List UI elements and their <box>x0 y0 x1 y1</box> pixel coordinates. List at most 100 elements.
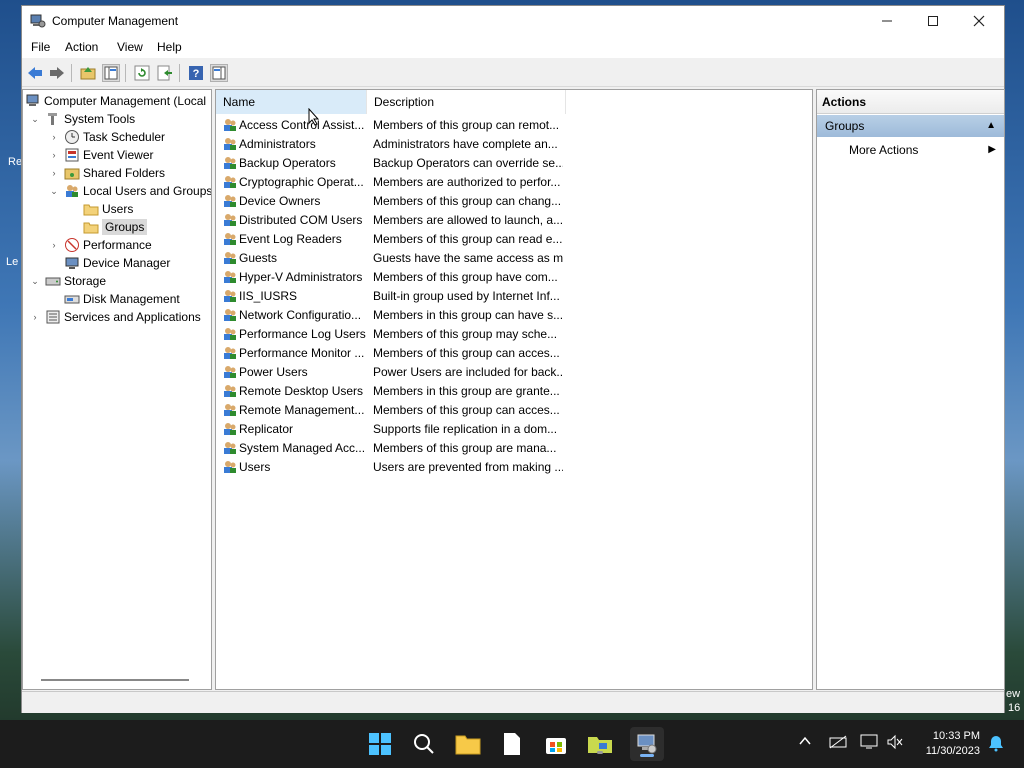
close-button[interactable] <box>956 6 1002 36</box>
list-header: Name Description <box>216 90 812 114</box>
chevron-right-icon[interactable]: › <box>48 150 60 160</box>
list-item[interactable]: Performance Monitor ... Members of this g… <box>216 343 566 362</box>
list-item[interactable]: System Managed Acc... Members of this gro… <box>216 438 566 457</box>
chevron-down-icon[interactable]: ⌄ <box>29 114 41 125</box>
group-icon <box>222 193 238 209</box>
group-description: Supports file replication in a dom... <box>373 421 558 436</box>
console-tree-icon <box>104 66 118 80</box>
list-item[interactable]: IIS_IUSRS Built-in group used by Internet… <box>216 286 566 305</box>
list-item[interactable]: Guests Guests have the same access as m..… <box>216 248 566 267</box>
computer-management-taskbar-button[interactable] <box>630 727 664 761</box>
system-clock[interactable]: 10:33 PM 11/30/2023 <box>926 729 980 759</box>
volume-muted-icon <box>887 734 903 750</box>
back-button[interactable] <box>26 64 44 82</box>
show-hide-action-pane-button[interactable] <box>210 64 228 82</box>
show-hidden-icons-button[interactable] <box>798 734 812 751</box>
tree-item-event-viewer[interactable]: › Event Viewer <box>48 146 154 164</box>
list-item[interactable]: Event Log Readers Members of this group c… <box>216 229 566 248</box>
toolbar-separator <box>179 64 180 82</box>
folder-icon <box>83 201 99 217</box>
group-description: Members of this group can chang... <box>373 193 562 208</box>
list-item[interactable]: Hyper-V Administrators Members of this gr… <box>216 267 566 286</box>
tree-item-shared-folders[interactable]: › Shared Folders <box>48 164 166 182</box>
list-item[interactable]: Access Control Assist... Members of this … <box>216 115 566 134</box>
group-name: Performance Log Users <box>239 326 366 341</box>
show-hide-console-tree-button[interactable] <box>102 64 120 82</box>
notifications-button[interactable] <box>988 734 1004 755</box>
tree-item-groups[interactable]: Groups <box>83 218 148 236</box>
list-item[interactable]: Backup Operators Backup Operators can ove… <box>216 153 566 172</box>
start-button[interactable] <box>366 730 394 758</box>
group-icon <box>222 307 238 323</box>
list-item[interactable]: Remote Management... Members of this grou… <box>216 400 566 419</box>
actions-header: Actions <box>817 90 1004 114</box>
list-item[interactable]: Device Owners Members of this group can c… <box>216 191 566 210</box>
list-item[interactable]: Replicator Supports file replication in a… <box>216 419 566 438</box>
group-icon <box>222 421 238 437</box>
tree-item-system-tools[interactable]: ⌄ System Tools <box>29 110 135 128</box>
title-bar[interactable]: Computer Management <box>22 6 1004 36</box>
list-item[interactable]: Performance Log Users Members of this gro… <box>216 324 566 343</box>
display-tray-button[interactable] <box>860 734 878 753</box>
services-icon <box>45 309 61 325</box>
clock-time: 10:33 PM <box>932 730 980 742</box>
group-icon <box>222 440 238 456</box>
group-icon <box>222 136 238 152</box>
menu-action[interactable]: Action <box>65 40 98 54</box>
chevron-down-icon[interactable]: ⌄ <box>29 276 41 287</box>
app-button[interactable] <box>586 730 614 758</box>
up-one-level-button[interactable] <box>79 64 97 82</box>
network-tray-button[interactable] <box>828 734 848 753</box>
help-button[interactable]: ? <box>187 64 205 82</box>
window-title: Computer Management <box>52 14 179 28</box>
file-explorer-button[interactable] <box>454 730 482 758</box>
maximize-button[interactable] <box>910 6 956 36</box>
tree-item-device-manager[interactable]: Device Manager <box>64 254 170 272</box>
list-item[interactable]: Power Users Power Users are included for … <box>216 362 566 381</box>
refresh-button[interactable] <box>133 64 151 82</box>
chevron-right-icon[interactable]: › <box>48 132 60 142</box>
group-name: Administrators <box>239 136 316 151</box>
chevron-down-icon[interactable]: ⌄ <box>48 186 60 197</box>
search-button[interactable] <box>410 730 438 758</box>
minimize-icon <box>882 20 892 22</box>
horizontal-scrollbar[interactable] <box>41 679 189 681</box>
tree-item-task-scheduler[interactable]: › Task Scheduler <box>48 128 165 146</box>
chevron-right-icon[interactable]: › <box>29 312 41 322</box>
menu-view[interactable]: View <box>117 40 143 54</box>
list-item[interactable]: Distributed COM Users Members are allowed… <box>216 210 566 229</box>
clock-date: 11/30/2023 <box>925 745 980 757</box>
list-item[interactable]: Administrators Administrators have comple… <box>216 134 566 153</box>
chevron-right-icon[interactable]: › <box>48 168 60 178</box>
tree-item-services-applications[interactable]: › Services and Applications <box>29 308 201 326</box>
tree-item-storage[interactable]: ⌄ Storage <box>29 272 106 290</box>
export-list-button[interactable] <box>156 64 174 82</box>
action-pane-icon <box>212 66 226 80</box>
volume-tray-button[interactable] <box>886 734 904 753</box>
tree-item-local-users-groups[interactable]: ⌄ Local Users and Groups <box>48 182 211 200</box>
more-actions-item[interactable]: More Actions ▶ <box>817 140 1004 160</box>
tree-item-users[interactable]: Users <box>83 200 133 218</box>
refresh-icon <box>134 65 150 81</box>
minimize-button[interactable] <box>864 6 910 36</box>
forward-button[interactable] <box>48 64 66 82</box>
list-item[interactable]: Users Users are prevented from making ... <box>216 457 566 476</box>
tree-item-performance[interactable]: › Performance <box>48 236 152 254</box>
caret-up-icon[interactable]: ▲ <box>986 120 996 131</box>
menu-help[interactable]: Help <box>157 40 182 54</box>
group-description: Members of this group can read e... <box>373 231 563 246</box>
actions-group-groups[interactable]: Groups ▲ <box>817 115 1004 137</box>
windows-logo-icon <box>369 733 391 755</box>
menu-file[interactable]: File <box>31 40 50 54</box>
list-item[interactable]: Cryptographic Operat... Members are autho… <box>216 172 566 191</box>
tree-item-disk-management[interactable]: Disk Management <box>64 290 180 308</box>
chevron-right-icon[interactable]: › <box>48 240 60 250</box>
column-header-name[interactable]: Name <box>216 90 366 114</box>
list-item[interactable]: Network Configuratio... Members in this g… <box>216 305 566 324</box>
list-item[interactable]: Remote Desktop Users Members in this grou… <box>216 381 566 400</box>
notepad-button[interactable] <box>498 730 526 758</box>
store-button[interactable] <box>542 730 570 758</box>
storage-icon <box>45 273 61 289</box>
column-header-description[interactable]: Description <box>366 90 566 114</box>
tree-item-computer-management[interactable]: Computer Management (Local <box>25 92 206 110</box>
